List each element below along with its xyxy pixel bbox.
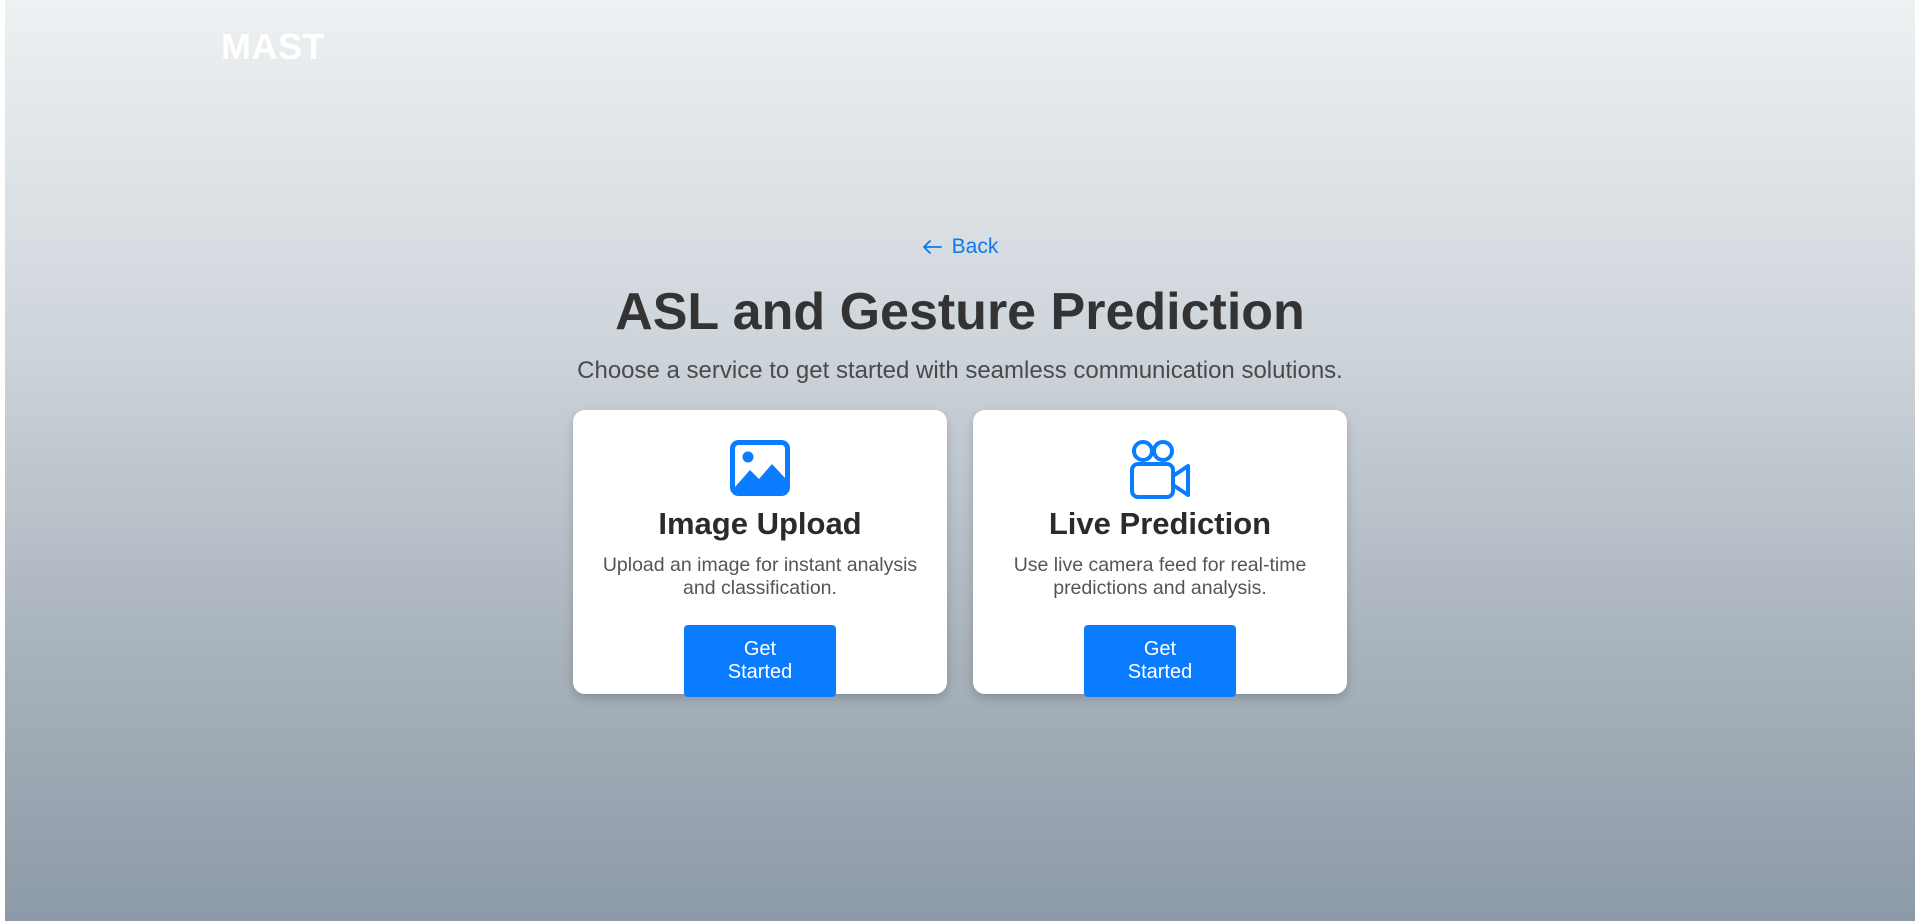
card-description: Upload an image for instant analysis and… — [602, 554, 918, 600]
page-title: ASL and Gesture Prediction — [615, 283, 1305, 341]
card-description: Use live camera feed for real-time predi… — [1013, 554, 1307, 600]
image-icon — [573, 440, 947, 500]
page: MAST Back ASL and Gesture Prediction Cho… — [0, 0, 1920, 921]
card-image-upload: Image Upload Upload an image for instant… — [573, 410, 947, 698]
image-upload-get-started-button[interactable]: Get Started — [684, 625, 836, 698]
card-live-prediction: Live Prediction Use live camera feed for… — [973, 410, 1347, 698]
card-title: Image Upload — [658, 506, 862, 542]
service-cards: Image Upload Upload an image for instant… — [5, 410, 1915, 698]
page-subtitle: Choose a service to get started with sea… — [577, 357, 1343, 385]
live-prediction-get-started-button[interactable]: Get Started — [1084, 625, 1236, 698]
brand-logo[interactable]: MAST — [221, 26, 325, 68]
back-label: Back — [951, 235, 999, 258]
main-content: Back ASL and Gesture Prediction Choose a… — [5, 235, 1915, 698]
back-link[interactable]: Back — [922, 235, 999, 259]
video-camera-icon — [973, 440, 1347, 500]
card-title: Live Prediction — [1048, 506, 1272, 542]
arrow-left-icon — [922, 240, 942, 254]
